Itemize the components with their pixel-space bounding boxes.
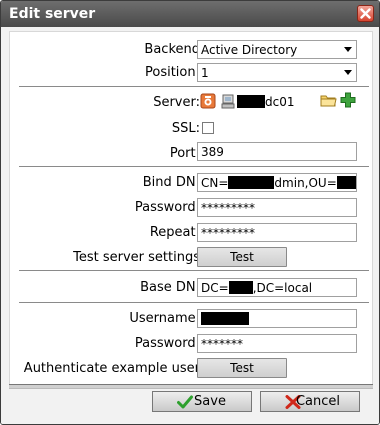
- password-input[interactable]: *********: [197, 198, 357, 217]
- close-icon: [360, 8, 371, 19]
- port-input[interactable]: 389: [197, 142, 357, 161]
- backend-select[interactable]: Active Directory: [197, 40, 357, 59]
- separator: [19, 302, 369, 303]
- base-dn-input[interactable]: DC= ,DC=local: [197, 278, 357, 297]
- bind-dn-input[interactable]: CN=dmin,OU=-: [197, 173, 357, 192]
- server-icon[interactable]: [200, 93, 216, 109]
- save-button[interactable]: Save: [152, 391, 252, 412]
- redacted-block: [201, 312, 249, 325]
- password-label: Password:: [134, 200, 200, 215]
- cancel-label: Cancel: [295, 394, 341, 409]
- dialog-title: Edit server: [9, 6, 96, 22]
- folder-icon[interactable]: [320, 93, 337, 108]
- panel-bottom-bar: [9, 384, 373, 389]
- base-dn-part2: ,DC=local: [252, 281, 313, 295]
- redacted-block: [237, 95, 265, 108]
- user-password-label: Password:: [134, 336, 200, 351]
- username-input[interactable]: [197, 309, 357, 328]
- redacted-block: [336, 176, 356, 189]
- save-label: Save: [194, 394, 226, 409]
- dialog-body: Backend Active Directory Position: 1 Ser…: [1, 27, 379, 424]
- bind-dn-part2: dmin,OU=: [274, 176, 337, 190]
- base-dn-part1: DC=: [201, 281, 229, 295]
- server-value-suffix: dc01: [265, 95, 295, 109]
- test-server-button[interactable]: Test: [197, 247, 287, 267]
- cancel-button[interactable]: Cancel: [260, 391, 360, 412]
- base-dn-label: Base DN:: [140, 280, 200, 295]
- user-password-input[interactable]: *******: [197, 334, 357, 353]
- chevron-down-icon: [344, 70, 352, 75]
- computer-icon: [221, 94, 235, 109]
- settings-panel: Backend Active Directory Position: 1 Ser…: [9, 31, 373, 388]
- position-value: 1: [201, 66, 209, 80]
- chevron-down-icon: [344, 47, 352, 52]
- ssl-label: SSL:: [171, 121, 200, 136]
- test-server-label: Test server settings: [73, 250, 200, 265]
- redacted-block: [228, 176, 275, 189]
- separator: [19, 86, 369, 87]
- port-label: Port:: [169, 146, 200, 161]
- edit-server-dialog: Edit server Backend Active Directory Pos…: [0, 0, 380, 425]
- position-select[interactable]: 1: [197, 63, 357, 82]
- bind-dn-label: Bind DN:: [142, 175, 200, 190]
- position-label: Position:: [145, 65, 200, 80]
- add-icon[interactable]: [340, 92, 356, 108]
- ssl-checkbox[interactable]: [202, 122, 214, 134]
- check-icon: [177, 395, 193, 409]
- backend-value: Active Directory: [201, 43, 298, 57]
- server-value: dc01: [237, 95, 294, 109]
- auth-test-button[interactable]: Test: [197, 358, 287, 378]
- redacted-block: [228, 281, 253, 294]
- separator: [19, 270, 369, 271]
- dialog-titlebar[interactable]: Edit server: [1, 1, 379, 27]
- auth-example-label: Authenticate example user: [23, 361, 200, 376]
- close-button[interactable]: [357, 5, 374, 22]
- repeat-label: Repeat:: [149, 225, 200, 240]
- separator: [19, 166, 369, 167]
- bind-dn-part1: CN=: [201, 176, 229, 190]
- repeat-password-input[interactable]: *********: [197, 223, 357, 242]
- server-label: Server:: [153, 95, 200, 110]
- username-label: Username:: [129, 311, 200, 326]
- backend-label: Backend: [144, 42, 200, 57]
